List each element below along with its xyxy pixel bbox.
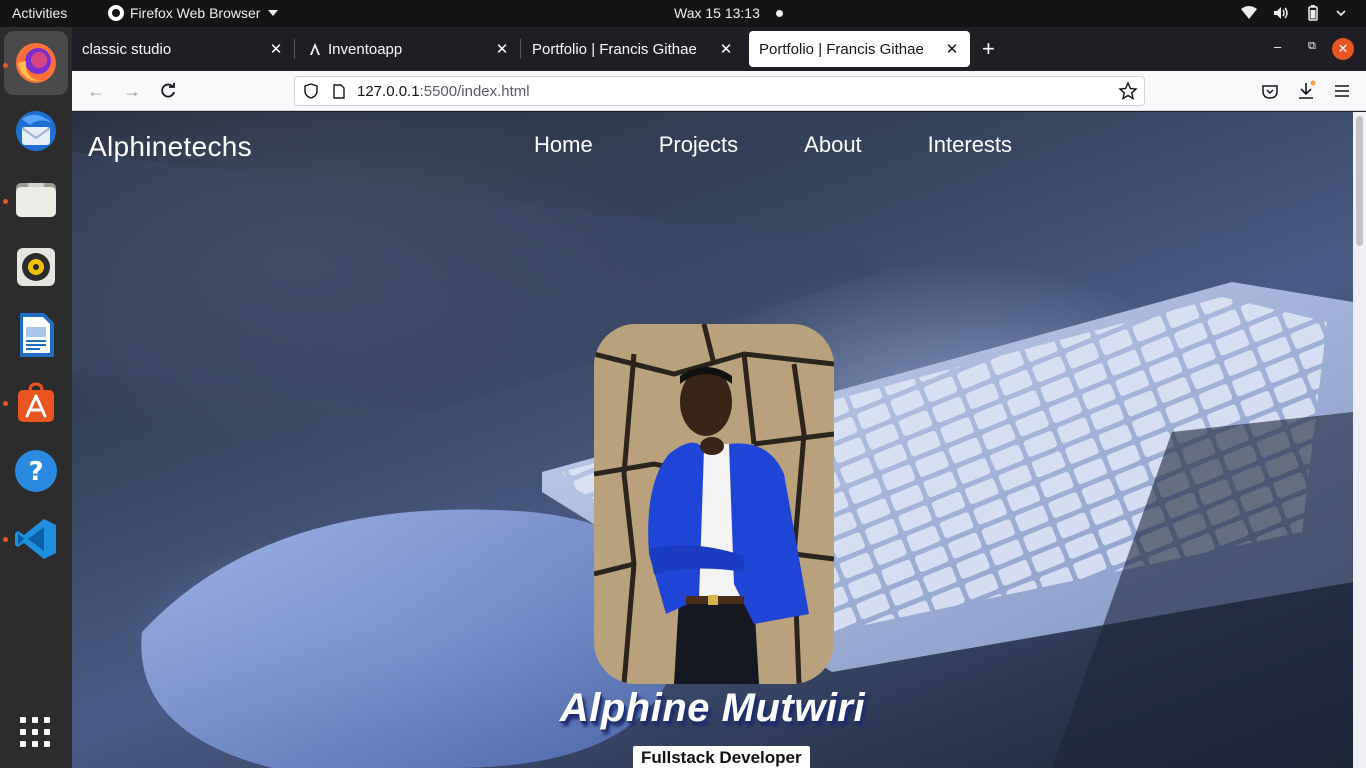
url-path: :5500/index.html xyxy=(419,83,530,100)
tab-portfolio-1[interactable]: Portfolio | Francis Githae ✕ xyxy=(522,31,744,67)
tab-inventoapp[interactable]: Inventoapp ✕ xyxy=(298,31,521,67)
site-nav: Home Projects About Interests xyxy=(534,132,1078,158)
dock-writer[interactable] xyxy=(4,303,68,367)
show-applications-icon[interactable] xyxy=(20,717,50,747)
pocket-icon[interactable] xyxy=(1259,80,1281,102)
ubuntu-dock: ? xyxy=(0,27,72,768)
tab-separator xyxy=(294,39,295,59)
tab-classic-studio[interactable]: classic studio ✕ xyxy=(72,31,295,67)
chevron-down-icon xyxy=(268,10,279,16)
bookmark-star-icon[interactable] xyxy=(1118,81,1138,101)
rhythmbox-icon xyxy=(17,248,55,286)
wifi-icon xyxy=(1240,4,1258,22)
clock-label: Wax 15 13:13 xyxy=(674,5,760,21)
volume-icon xyxy=(1272,4,1290,22)
back-arrow-icon[interactable]: ← xyxy=(85,80,107,102)
nav-link-projects[interactable]: Projects xyxy=(659,132,738,158)
clock[interactable]: Wax 15 13:13 xyxy=(674,5,783,21)
angular-favicon-icon xyxy=(310,43,320,55)
address-bar[interactable]: 127.0.0.1:5500/index.html xyxy=(294,76,1145,106)
dock-files[interactable] xyxy=(4,167,68,231)
running-indicator xyxy=(3,63,8,68)
new-tab-plus-icon[interactable]: + xyxy=(982,37,995,61)
running-indicator xyxy=(3,537,8,542)
nav-link-about[interactable]: About xyxy=(804,132,862,158)
forward-arrow-icon[interactable]: → xyxy=(121,80,143,102)
firefox-menu-icon xyxy=(108,5,124,21)
tab-portfolio-active[interactable]: Portfolio | Francis Githae ✕ xyxy=(749,31,970,67)
url-text: 127.0.0.1:5500/index.html xyxy=(357,83,530,100)
firefox-window: classic studio ✕ Inventoapp ✕ Portfolio … xyxy=(72,27,1366,768)
close-tab-icon[interactable]: ✕ xyxy=(944,40,960,58)
close-tab-icon[interactable]: ✕ xyxy=(718,40,734,58)
files-icon xyxy=(16,183,56,217)
help-icon: ? xyxy=(15,450,57,492)
dock-vscode[interactable] xyxy=(4,507,68,571)
running-indicator xyxy=(3,199,8,204)
tracking-shield-icon[interactable] xyxy=(303,83,319,99)
running-indicator xyxy=(3,401,8,406)
dock-software[interactable] xyxy=(4,371,68,435)
tab-label: Portfolio | Francis Githae xyxy=(532,40,697,58)
firefox-icon xyxy=(16,43,56,83)
software-store-icon xyxy=(18,382,54,422)
minimize-icon[interactable]: – xyxy=(1274,39,1281,54)
profile-photo xyxy=(594,324,834,684)
reload-icon[interactable] xyxy=(157,80,179,102)
system-top-bar: Activities Firefox Web Browser Wax 15 13… xyxy=(0,0,1366,27)
scrollbar-thumb[interactable] xyxy=(1356,116,1363,246)
nav-link-interests[interactable]: Interests xyxy=(928,132,1012,158)
page-info-icon[interactable] xyxy=(331,82,347,100)
site-brand[interactable]: Alphinetechs xyxy=(88,131,252,163)
hero-role-badge: Fullstack Developer xyxy=(633,746,810,768)
dock-rhythmbox[interactable] xyxy=(4,235,68,299)
battery-icon xyxy=(1304,4,1322,22)
app-menu-label: Firefox Web Browser xyxy=(130,5,261,21)
dock-firefox[interactable] xyxy=(4,31,68,95)
tab-label: Portfolio | Francis Githae xyxy=(759,40,924,58)
page-scrollbar[interactable] xyxy=(1353,112,1366,768)
tab-label: classic studio xyxy=(82,40,172,58)
tab-strip: classic studio ✕ Inventoapp ✕ Portfolio … xyxy=(72,27,1366,71)
power-menu-chevron-icon xyxy=(1336,4,1346,22)
thunderbird-icon xyxy=(16,111,56,151)
tab-separator xyxy=(520,39,521,59)
downloads-icon[interactable] xyxy=(1295,80,1317,102)
navigation-toolbar: ← → 127.0.0.1:5500/index.html xyxy=(72,71,1366,111)
close-tab-icon[interactable]: ✕ xyxy=(494,40,510,58)
maximize-icon[interactable]: ⧉ xyxy=(1308,40,1316,53)
hamburger-menu-icon[interactable] xyxy=(1331,80,1353,102)
vscode-icon xyxy=(15,519,56,559)
dock-help[interactable]: ? xyxy=(4,439,68,503)
url-host: 127.0.0.1 xyxy=(357,83,420,100)
hero-name: Alphine Mutwiri xyxy=(559,686,866,730)
window-close-icon[interactable]: ✕ xyxy=(1332,38,1354,60)
close-tab-icon[interactable]: ✕ xyxy=(268,40,284,58)
notification-dot-icon xyxy=(775,9,783,17)
dock-thunderbird[interactable] xyxy=(4,99,68,163)
writer-icon xyxy=(20,313,54,357)
activities-button[interactable]: Activities xyxy=(12,5,67,21)
system-tray[interactable] xyxy=(1240,4,1346,22)
nav-link-home[interactable]: Home xyxy=(534,132,593,158)
svg-text:?: ? xyxy=(28,457,43,487)
page-viewport: Alphinetechs Home Projects About Interes… xyxy=(72,112,1353,768)
tab-label: Inventoapp xyxy=(328,40,403,58)
app-menu[interactable]: Firefox Web Browser xyxy=(108,5,279,21)
